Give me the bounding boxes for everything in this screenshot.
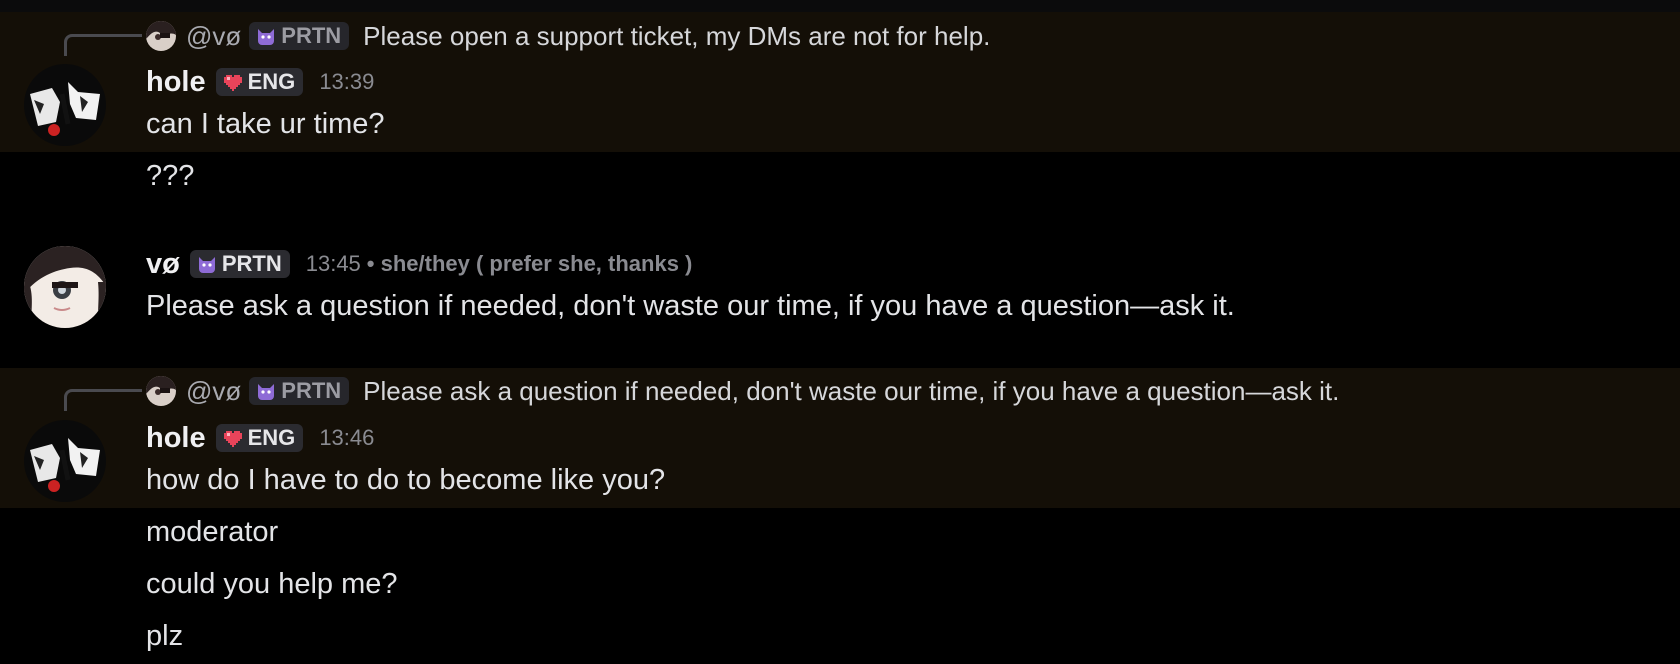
purple-cat-icon <box>258 384 275 400</box>
role-tag-label: PRTN <box>221 251 282 276</box>
reply-mention[interactable]: @vø <box>186 21 241 52</box>
pixel-heart-icon <box>223 431 242 447</box>
message-text[interactable]: plz <box>146 620 183 653</box>
pronouns: • she/they ( prefer she, thanks ) <box>366 251 693 276</box>
timestamp[interactable]: 13:45 <box>306 251 361 277</box>
message-header: hole ENG 13:46 <box>146 420 374 456</box>
role-tag-eng: ENG <box>215 424 304 452</box>
role-tag-eng: ENG <box>215 68 304 96</box>
role-tag-label: PRTN <box>281 23 342 48</box>
message-header: vø PRTN 13:45 • she/they ( prefer she, t… <box>146 246 692 282</box>
message-text[interactable]: moderator <box>146 516 278 549</box>
top-strip <box>0 0 1680 12</box>
role-tag-label: ENG <box>247 69 296 94</box>
role-tag-prtn: PRTN <box>249 22 350 50</box>
author-name[interactable]: hole <box>146 422 206 455</box>
role-tag-label: PRTN <box>281 378 342 403</box>
message-text[interactable]: Please ask a question if needed, don't w… <box>146 290 1235 323</box>
avatar-vo[interactable] <box>24 246 106 328</box>
message-text[interactable]: could you help me? <box>146 568 398 601</box>
pixel-heart-icon <box>223 75 242 91</box>
message-text[interactable]: can I take ur time? <box>146 108 385 141</box>
reply-text[interactable]: Please open a support ticket, my DMs are… <box>363 21 990 52</box>
message-text[interactable]: ??? <box>146 160 194 193</box>
reply-text[interactable]: Please ask a question if needed, don't w… <box>363 376 1339 407</box>
purple-cat-icon <box>258 29 275 45</box>
replied-user-avatar[interactable] <box>146 21 176 51</box>
avatar-hole[interactable] <box>24 420 106 502</box>
reply-preview[interactable]: @vø PRTN Please ask a question if needed… <box>146 375 1339 407</box>
replied-user-avatar[interactable] <box>146 376 176 406</box>
role-tag-label: ENG <box>247 425 296 450</box>
role-tag-prtn: PRTN <box>249 377 350 405</box>
author-name[interactable]: hole <box>146 66 206 99</box>
timestamp[interactable]: 13:46 <box>319 425 374 451</box>
purple-cat-icon <box>198 257 215 273</box>
timestamp[interactable]: 13:39 <box>319 69 374 95</box>
reply-connector <box>64 389 142 411</box>
avatar-hole[interactable] <box>24 64 106 146</box>
reply-connector <box>64 34 142 56</box>
role-tag-prtn: PRTN <box>189 250 290 278</box>
message-header: hole ENG 13:39 <box>146 64 374 100</box>
author-name[interactable]: vø <box>146 248 180 281</box>
message-text[interactable]: how do I have to do to become like you? <box>146 464 665 497</box>
reply-mention[interactable]: @vø <box>186 376 241 407</box>
reply-preview[interactable]: @vø PRTN Please open a support ticket, m… <box>146 20 990 52</box>
